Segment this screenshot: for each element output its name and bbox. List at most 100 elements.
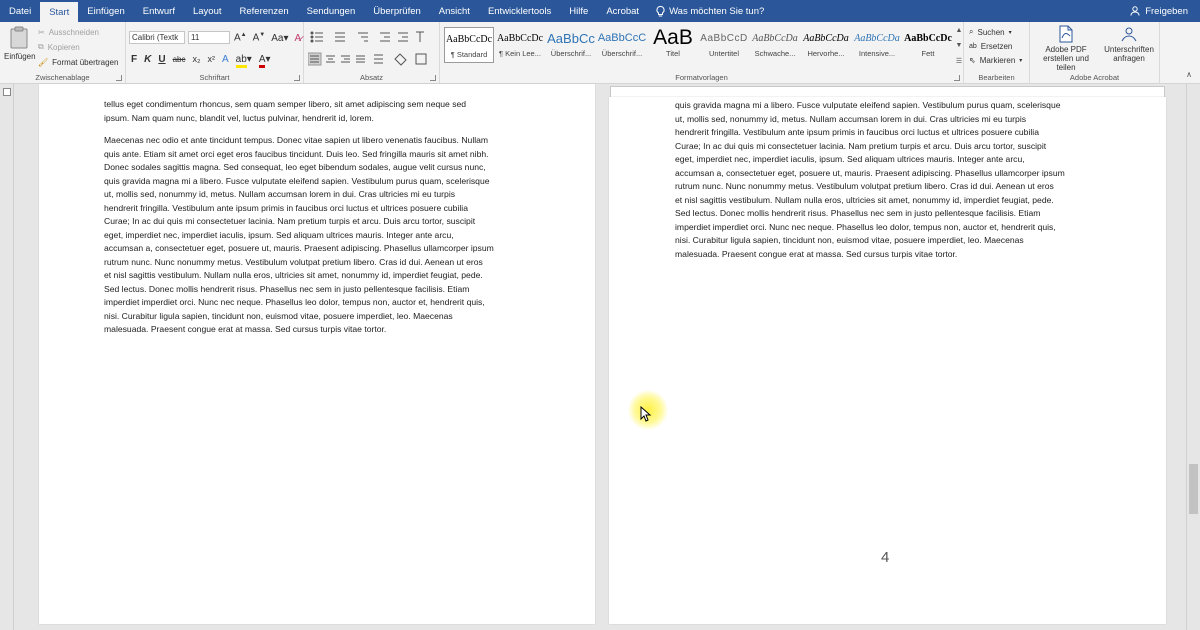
style-heading-1[interactable]: AaBbCc Überschrif... xyxy=(546,27,596,63)
paintbrush-icon: 🖌 xyxy=(38,57,49,67)
underline-button[interactable]: U xyxy=(158,54,165,65)
clipboard-launcher-icon[interactable] xyxy=(116,75,122,81)
font-name-dropdown[interactable]: Calibri (Textk xyxy=(129,31,185,44)
create-pdf-label-1: Adobe PDF xyxy=(1045,45,1087,54)
text-effects-icon[interactable]: A xyxy=(222,54,229,65)
text-line: eget, imperdiet nec, imperdiet iaculis, … xyxy=(104,229,454,240)
text-line: nisi. Curabitur ligula sapien, tincidunt… xyxy=(675,235,1024,245)
tab-sendungen[interactable]: Sendungen xyxy=(298,0,365,22)
tab-entwicklertools[interactable]: Entwicklertools xyxy=(479,0,560,22)
clear-format-icon[interactable]: A̷ xyxy=(295,33,302,44)
chevron-up-icon[interactable]: ▲ xyxy=(954,27,964,34)
italic-button[interactable]: K xyxy=(144,54,151,65)
ribbon: Einfügen ✂ Ausschneiden ⧉ Kopieren 🖌 For… xyxy=(0,22,1200,84)
paste-button[interactable]: Einfügen xyxy=(4,26,36,61)
create-pdf-button[interactable]: Adobe PDF erstellen und teilen xyxy=(1034,25,1098,72)
page-number: 4 xyxy=(881,549,890,566)
scissors-icon: ✂ xyxy=(38,27,45,37)
more-styles-icon[interactable]: ☰ xyxy=(954,57,964,65)
style-name: Fett xyxy=(921,49,935,58)
styles-scroll[interactable]: ▲ ▼ ☰ xyxy=(954,27,964,65)
tab-ansicht[interactable]: Ansicht xyxy=(430,0,479,22)
text-line: accumsan a, consectetuer eget, posuere u… xyxy=(104,243,494,253)
shrink-font-icon[interactable]: A▼ xyxy=(253,32,266,43)
text-line: ut, mollis sed, nonummy id, metus. Nulla… xyxy=(675,113,1027,124)
cut-button[interactable]: ✂ Ausschneiden xyxy=(38,25,99,39)
style-standard[interactable]: AaBbCcDc ¶ Standard xyxy=(444,27,494,63)
document-page-left[interactable]: tellus eget condimentum rhoncus, sem qua… xyxy=(39,84,595,624)
text-line: Maecenas nec odio et ante tincidunt temp… xyxy=(104,135,489,145)
style-preview: AaBbCcDc xyxy=(904,32,952,44)
find-label: Suchen xyxy=(977,27,1005,37)
tab-einfuegen[interactable]: Einfügen xyxy=(78,0,134,22)
format-painter-button[interactable]: 🖌 Format übertragen xyxy=(38,55,118,69)
paragraph-3: quis gravida magna mi a libero. Fusce vu… xyxy=(675,99,1099,261)
style-emphasis[interactable]: AaBbCcDa Hervorhe... xyxy=(801,27,851,63)
grow-font-icon[interactable]: A▲ xyxy=(234,32,247,43)
text-line: malesuada. Praesent congue erat at massa… xyxy=(104,324,387,334)
tab-entwurf[interactable]: Entwurf xyxy=(134,0,184,22)
text-line: imperdiet imperdiet orci. Nunc nec neque… xyxy=(104,297,485,307)
change-case-icon[interactable]: Aa▾ xyxy=(271,33,288,44)
clipboard-group: Einfügen ✂ Ausschneiden ⧉ Kopieren 🖌 For… xyxy=(0,22,126,84)
text-line: Sed lectus. Donec mollis hendrerit risus… xyxy=(104,283,470,294)
text-line: et nisl sagittis vestibulum. Nullam null… xyxy=(104,270,483,280)
tab-datei[interactable]: Datei xyxy=(0,0,40,22)
scrollbar-thumb[interactable] xyxy=(1189,464,1198,514)
cut-label: Ausschneiden xyxy=(48,27,99,37)
chevron-down-icon[interactable]: ▼ xyxy=(954,42,964,49)
editing-group-label: Bearbeiten xyxy=(978,73,1015,82)
tab-start[interactable]: Start xyxy=(40,2,79,22)
lightbulb-icon xyxy=(656,5,665,16)
subscript-icon[interactable]: x₂ xyxy=(192,54,200,64)
document-page-right[interactable]: quis gravida magna mi a libero. Fusce vu… xyxy=(609,97,1166,624)
text-line: et nisl sagittis vestibulum. Nullam null… xyxy=(675,194,1054,205)
style-no-spacing[interactable]: AaBbCcDc ¶ Kein Lee... xyxy=(495,27,545,63)
styles-group-label: Formatvorlagen xyxy=(675,73,728,82)
style-preview: AaBbCcDa xyxy=(752,32,798,44)
style-title[interactable]: AaB Titel xyxy=(648,27,698,63)
request-signatures-button[interactable]: Unterschriften anfragen xyxy=(1100,25,1158,63)
font-color-icon[interactable]: A▾ xyxy=(258,53,271,68)
style-subtle-emphasis[interactable]: AaBbCcDa Schwache... xyxy=(750,27,800,63)
tab-ueberpruefen[interactable]: Überprüfen xyxy=(364,0,430,22)
style-strong[interactable]: AaBbCcDc Fett xyxy=(903,27,953,63)
style-preview: AaBbCcC xyxy=(597,32,647,44)
style-name: Hervorhe... xyxy=(807,49,845,58)
tab-referenzen[interactable]: Referenzen xyxy=(231,0,298,22)
paragraph-launcher-icon[interactable] xyxy=(430,75,436,81)
cursor-icon: ⇖ xyxy=(969,55,976,65)
tell-me-box[interactable]: Was möchten Sie tun? xyxy=(648,0,764,22)
tab-layout[interactable]: Layout xyxy=(184,0,231,22)
tell-me-label: Was möchten Sie tun? xyxy=(669,5,765,17)
search-icon: ⌕ xyxy=(969,27,974,36)
collapse-ribbon-icon[interactable]: ∧ xyxy=(1186,70,1192,79)
strikethrough-icon[interactable]: abc xyxy=(173,55,186,64)
style-subtitle[interactable]: AaBbCcD Untertitel xyxy=(699,27,749,63)
style-name: Überschrif... xyxy=(601,49,643,58)
tab-acrobat[interactable]: Acrobat xyxy=(597,0,648,22)
text-line: nisi. Curabitur ligula sapien, tincidunt… xyxy=(104,310,453,321)
paragraph-icons[interactable] xyxy=(308,28,436,72)
style-heading-2[interactable]: AaBbCcC Überschrif... xyxy=(597,27,647,63)
tab-selector-icon[interactable] xyxy=(3,88,11,96)
superscript-icon[interactable]: x² xyxy=(207,54,215,64)
vertical-ruler xyxy=(0,84,14,630)
style-intense-emphasis[interactable]: AaBbCcDa Intensive... xyxy=(852,27,902,63)
styles-launcher-icon[interactable] xyxy=(954,75,960,81)
find-button[interactable]: ⌕ Suchen ▾ xyxy=(969,25,1012,39)
font-size-dropdown[interactable]: 11 xyxy=(188,31,230,44)
select-button[interactable]: ⇖ Markieren ▾ xyxy=(969,53,1022,67)
mouse-pointer-icon xyxy=(640,406,652,422)
highlight-icon[interactable]: ab▾ xyxy=(235,53,252,68)
pdf-icon xyxy=(1059,25,1073,43)
clipboard-icon xyxy=(10,26,28,49)
bold-button[interactable]: F xyxy=(131,54,137,65)
tab-hilfe[interactable]: Hilfe xyxy=(560,0,597,22)
share-button[interactable]: Freigeben xyxy=(1130,0,1188,22)
vertical-scrollbar[interactable] xyxy=(1186,84,1200,630)
copy-button[interactable]: ⧉ Kopieren xyxy=(38,40,80,54)
font-launcher-icon[interactable] xyxy=(294,75,300,81)
replace-button[interactable]: ab Ersetzen xyxy=(969,39,1012,53)
format-painter-label: Format übertragen xyxy=(52,57,119,67)
